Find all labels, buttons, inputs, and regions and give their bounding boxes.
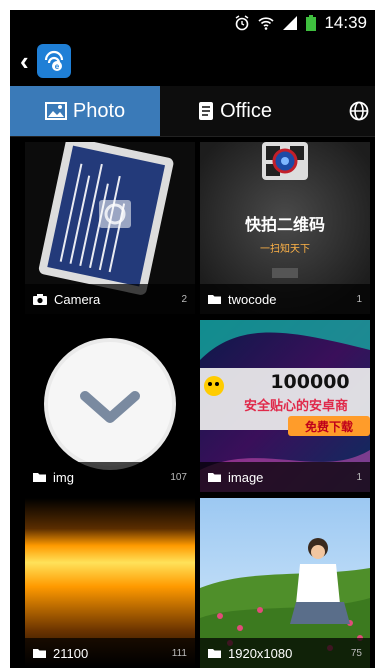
album-count: 111 — [171, 647, 187, 659]
folder-icon — [208, 649, 221, 658]
tab-photo[interactable]: Photo — [10, 86, 160, 136]
album-caption: 21100 111 — [25, 638, 195, 668]
back-icon[interactable]: ‹ — [20, 48, 29, 74]
folder-icon — [208, 473, 221, 482]
folder-icon — [33, 649, 46, 658]
album-name: img — [53, 469, 74, 485]
album-tile-camera[interactable]: Camera 2 — [25, 142, 195, 314]
album-caption: image 1 — [200, 462, 370, 492]
e-logo-icon: e — [44, 50, 63, 71]
image-icon — [44, 102, 67, 120]
alarm-icon — [236, 15, 249, 31]
clock: 14:39 — [324, 13, 367, 32]
svg-text:e: e — [54, 62, 59, 71]
album-count: 107 — [170, 471, 187, 483]
album-name: Camera — [54, 291, 101, 307]
folder-icon — [33, 473, 46, 482]
status-bar: 14:39 — [10, 10, 375, 36]
twocode-title: 快拍二维码 — [245, 215, 325, 234]
document-icon — [199, 102, 214, 120]
album-count: 75 — [350, 647, 362, 659]
tab-office-label: Office — [220, 99, 272, 122]
album-tile-twocode[interactable]: 快拍二维码 一扫知天下 twocode 1 — [200, 142, 370, 314]
album-count: 1 — [356, 293, 362, 305]
wifi-icon — [258, 17, 275, 30]
image-tagline: 安全贴心的安卓商 — [244, 398, 348, 414]
tab-bar: Photo Office — [10, 86, 375, 137]
album-name: 21100 — [53, 645, 89, 661]
album-count: 1 — [356, 471, 362, 483]
album-name: 1920x1080 — [228, 645, 293, 661]
album-count: 2 — [181, 293, 187, 305]
album-name: image — [228, 469, 264, 485]
image-download-label: 免费下载 — [305, 419, 353, 434]
globe-icon — [349, 101, 369, 121]
album-caption: twocode 1 — [200, 284, 370, 314]
tab-photo-label: Photo — [72, 99, 126, 122]
album-tile-21100[interactable]: 21100 111 — [25, 498, 195, 668]
battery-icon — [306, 15, 317, 31]
app-logo-icon[interactable]: e — [36, 44, 71, 78]
camera-icon — [33, 293, 47, 305]
album-caption: 1920x1080 75 — [200, 638, 370, 668]
album-caption: img 107 — [25, 462, 195, 492]
album-caption: Camera 2 — [25, 284, 195, 314]
tab-web[interactable] — [310, 86, 375, 136]
app-bar: ‹ e — [10, 36, 375, 86]
twocode-subtitle: 一扫知天下 — [260, 242, 310, 255]
folder-icon — [208, 295, 221, 304]
signal-icon — [283, 16, 298, 30]
tab-office[interactable]: Office — [160, 86, 310, 136]
image-big-number: 100000 — [270, 371, 349, 393]
album-tile-img[interactable]: img 107 — [25, 320, 195, 492]
album-name: twocode — [228, 291, 277, 307]
album-tile-1920x1080[interactable]: 1920x1080 75 — [200, 498, 370, 668]
phone-screen: 14:39 ‹ e Photo Office Camera 2 快拍二维码 一扫… — [10, 10, 375, 668]
album-tile-image[interactable]: 100000 安全贴心的安卓商 免费下载 image 1 — [200, 320, 370, 492]
